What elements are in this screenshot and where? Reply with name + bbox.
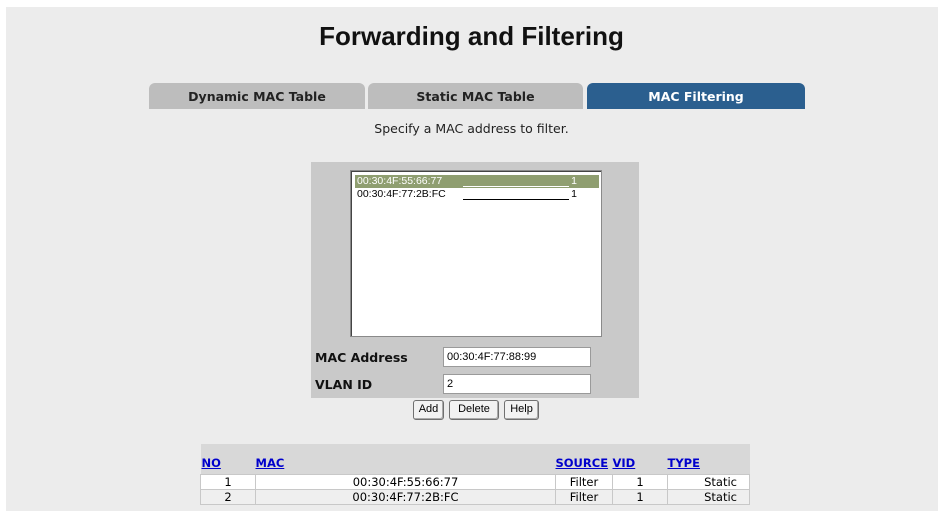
list-item-mac: 00:30:4F:55:66:77 [357, 175, 443, 187]
cell-type: Static [667, 489, 750, 505]
list-item[interactable]: 00:30:4F:77:2B:FC 1 [355, 188, 599, 201]
list-item[interactable]: 00:30:4F:55:66:77 1 [355, 175, 599, 188]
vlan-id-input[interactable] [443, 374, 591, 394]
instruction-text: Specify a MAC address to filter. [374, 121, 569, 136]
list-item-mac: 00:30:4F:77:2B:FC [357, 188, 446, 200]
separator-line [463, 199, 569, 200]
sort-type-link[interactable]: TYPE [668, 456, 700, 470]
sort-source-link[interactable]: SOURCE [556, 456, 609, 470]
tab-static-mac-table[interactable]: Static MAC Table [368, 83, 583, 109]
tab-dynamic-mac-table[interactable]: Dynamic MAC Table [149, 83, 365, 109]
page-title: Forwarding and Filtering [319, 21, 624, 51]
cell-vid: 1 [612, 474, 668, 490]
cell-no: 2 [200, 489, 256, 505]
sort-no-link[interactable]: NO [202, 456, 221, 470]
table-row: 1 00:30:4F:55:66:77 Filter 1 Static [200, 474, 750, 490]
header-mac[interactable]: MAC [255, 444, 556, 475]
mac-address-input[interactable] [443, 347, 591, 367]
add-button[interactable]: Add [413, 400, 444, 420]
help-button[interactable]: Help [504, 400, 539, 420]
filter-listbox[interactable]: 00:30:4F:55:66:77 1 00:30:4F:77:2B:FC 1 [350, 170, 602, 337]
list-item-vid: 1 [571, 175, 577, 187]
list-item-vid: 1 [571, 188, 577, 200]
vlan-id-label: VLAN ID [315, 377, 373, 392]
header-source[interactable]: SOURCE [555, 444, 613, 475]
header-no[interactable]: NO [200, 444, 256, 475]
sort-vid-link[interactable]: VID [613, 456, 636, 470]
mac-filter-table: NO MAC SOURCE VID TYPE 1 00:30:4F:55:66:… [200, 444, 750, 505]
mac-address-label: MAC Address [315, 350, 408, 365]
cell-type: Static [667, 474, 750, 490]
cell-source: Filter [555, 489, 613, 505]
tab-mac-filtering[interactable]: MAC Filtering [587, 83, 805, 109]
table-header-row: NO MAC SOURCE VID TYPE [200, 444, 750, 475]
separator-line [463, 186, 569, 187]
sort-mac-link[interactable]: MAC [256, 456, 285, 470]
header-vid[interactable]: VID [612, 444, 668, 475]
header-type[interactable]: TYPE [667, 444, 750, 475]
cell-mac: 00:30:4F:77:2B:FC [255, 489, 556, 505]
cell-vid: 1 [612, 489, 668, 505]
cell-no: 1 [200, 474, 256, 490]
cell-source: Filter [555, 474, 613, 490]
delete-button[interactable]: Delete [449, 400, 499, 420]
cell-mac: 00:30:4F:55:66:77 [255, 474, 556, 490]
table-row: 2 00:30:4F:77:2B:FC Filter 1 Static [200, 489, 750, 505]
